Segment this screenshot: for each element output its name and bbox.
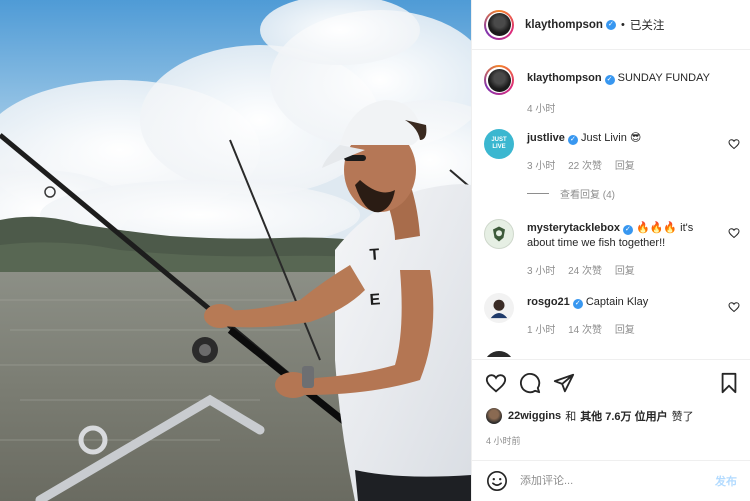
person-avatar-icon — [490, 299, 508, 319]
shield-logo-icon — [493, 226, 505, 242]
comment-username[interactable]: rosgo21 — [527, 296, 570, 308]
likes-suffix: 赞了 — [671, 411, 694, 423]
comment-heart-icon[interactable] — [728, 138, 740, 150]
comment-icon[interactable] — [519, 372, 541, 394]
comment-heart-icon[interactable] — [728, 301, 740, 313]
commenter-avatar[interactable] — [484, 293, 514, 323]
comment-text: Just Livin 😎 — [580, 132, 642, 144]
comment-likes[interactable]: 22 次赞 — [568, 161, 602, 172]
replies-divider — [527, 193, 549, 194]
commenter-avatar[interactable] — [484, 219, 514, 249]
comment-meta: 3 小时 22 次赞 回复 — [527, 157, 645, 172]
instagram-post-modal: T E klaythompson ✓ • 已关注 klaythompson ✓ … — [0, 0, 750, 501]
comment-meta: 1 小时 14 次赞 回复 — [527, 321, 645, 336]
comment-username[interactable]: mysterytacklebox — [527, 222, 620, 234]
liker-username[interactable]: 22wiggins — [508, 410, 561, 422]
comment-item: rosgo21 ✓ Captain Klay 1 小时 14 次赞 回复 — [484, 293, 746, 343]
author-avatar[interactable] — [484, 9, 514, 40]
comment-heart-icon[interactable] — [728, 227, 740, 239]
post-side-panel: klaythompson ✓ • 已关注 klaythompson ✓ SUNDA… — [471, 0, 750, 501]
verified-badge-icon: ✓ — [567, 134, 578, 145]
verified-badge-icon: ✓ — [572, 298, 583, 309]
share-icon[interactable] — [553, 372, 575, 394]
caption-time: 4 小时 — [527, 104, 556, 115]
view-replies-button[interactable]: 查看回复 (4) — [527, 186, 615, 201]
verified-badge-icon: ✓ — [605, 19, 616, 30]
post-timestamp: 4 小时前 — [486, 436, 521, 446]
comment-time: 1 小时 — [527, 325, 556, 336]
emoji-icon[interactable] — [486, 470, 508, 492]
liker-avatar — [486, 408, 502, 424]
post-photo[interactable]: T E — [0, 0, 471, 501]
commenter-avatar[interactable]: JUST LIVE — [484, 129, 514, 159]
comment-time: 3 小时 — [527, 266, 556, 277]
comments-list[interactable]: klaythompson ✓ SUNDAY FUNDAY 4 小时 JUST LI… — [472, 51, 750, 357]
likes-count[interactable]: 其他 7.6万 位用户 — [580, 408, 667, 424]
fishing-photo-illustration: T E — [0, 0, 471, 501]
commenter-avatar[interactable] — [484, 351, 514, 357]
caption-item: klaythompson ✓ SUNDAY FUNDAY 4 小时 — [484, 65, 746, 115]
post-comment-button[interactable]: 发布 — [715, 473, 737, 489]
svg-text:T: T — [369, 246, 380, 264]
heart-icon[interactable] — [485, 372, 507, 394]
likes-summary[interactable]: 22wiggins 和 其他 7.6万 位用户 赞了 — [486, 408, 694, 424]
verified-badge-icon: ✓ — [622, 224, 633, 235]
verified-badge-icon: ✓ — [604, 74, 615, 85]
comment-likes[interactable]: 24 次赞 — [568, 266, 602, 277]
comment-time: 3 小时 — [527, 161, 556, 172]
author-avatar[interactable] — [484, 65, 514, 95]
comment-item: JUST LIVE justlive ✓ Just Livin 😎 3 小时 22… — [484, 129, 746, 209]
bookmark-icon[interactable] — [718, 372, 740, 394]
separator-dot: • — [620, 18, 625, 31]
author-username[interactable]: klaythompson — [525, 19, 603, 31]
comment-input[interactable] — [520, 475, 710, 487]
likes-conjunction: 和 — [565, 411, 577, 423]
following-button[interactable]: 已关注 — [630, 17, 665, 33]
post-actions: 22wiggins 和 其他 7.6万 位用户 赞了 4 小时前 — [472, 359, 750, 460]
reply-button[interactable]: 回复 — [615, 161, 635, 172]
post-header: klaythompson ✓ • 已关注 — [472, 0, 750, 50]
comment-item: mysterytacklebox ✓ 🔥🔥🔥 it's about time we… — [484, 219, 746, 279]
comment-likes[interactable]: 14 次赞 — [568, 325, 602, 336]
caption-text: SUNDAY FUNDAY — [617, 72, 710, 84]
reply-button[interactable]: 回复 — [615, 266, 635, 277]
comment-meta: 3 小时 24 次赞 回复 — [527, 262, 645, 277]
comment-text: Captain Klay — [585, 296, 649, 308]
comment-username[interactable]: justlive — [527, 132, 565, 144]
svg-text:E: E — [369, 291, 381, 309]
comment-composer: 发布 — [472, 460, 750, 501]
reply-button[interactable]: 回复 — [615, 325, 635, 336]
caption-username[interactable]: klaythompson — [527, 72, 602, 84]
